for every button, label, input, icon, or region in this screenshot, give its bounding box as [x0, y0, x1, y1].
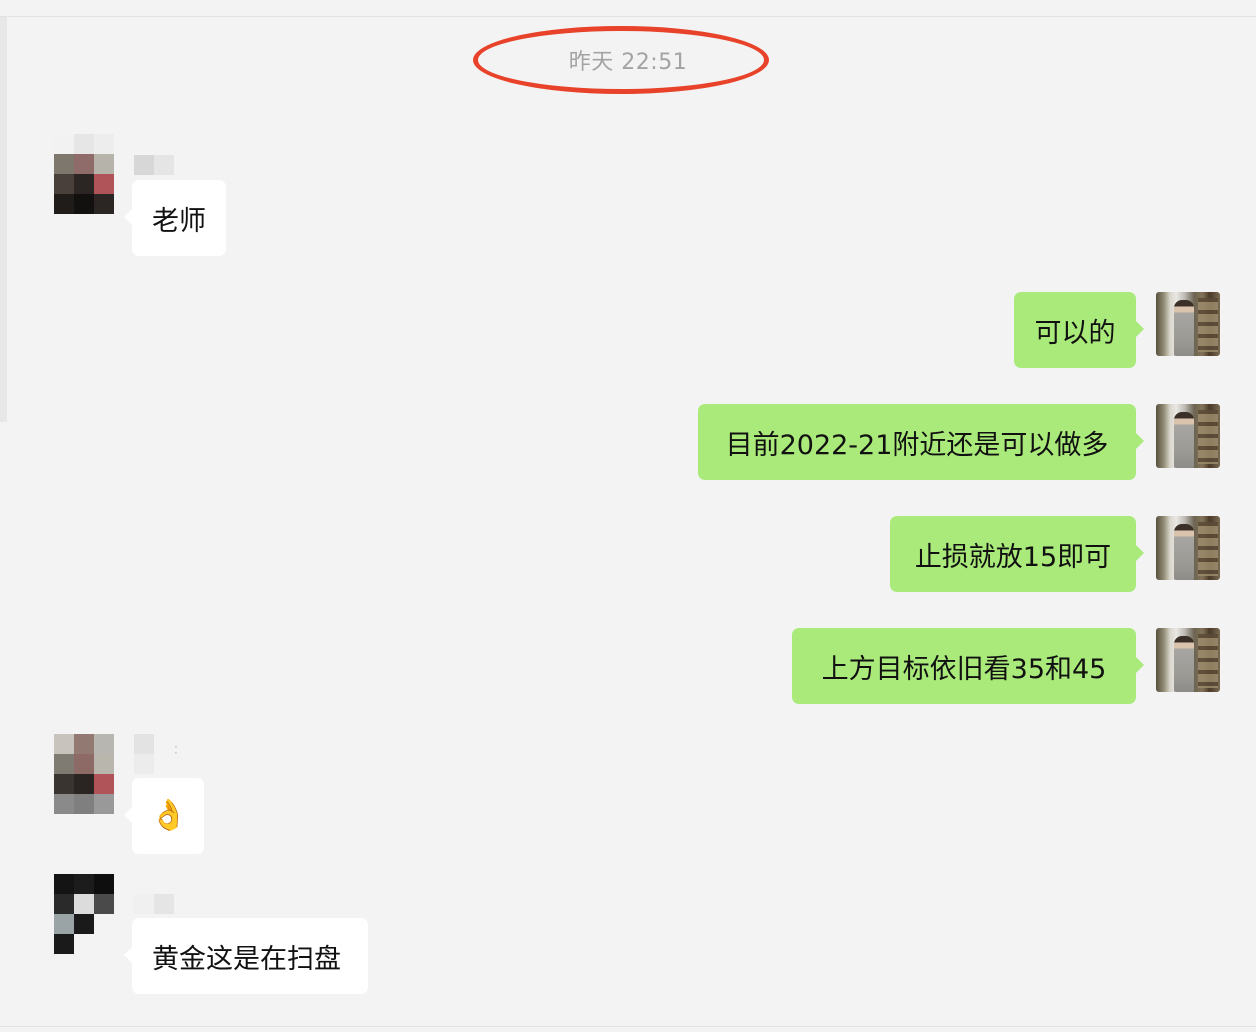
self-avatar[interactable] — [1156, 404, 1220, 468]
message-text: 上方目标依旧看35和45 — [821, 653, 1107, 685]
ok-hand-emoji: 👌 — [150, 798, 188, 833]
avatar-background-shelf — [1198, 298, 1218, 352]
avatar-figure — [1174, 524, 1194, 580]
self-avatar[interactable] — [1156, 628, 1220, 692]
contact-avatar[interactable] — [54, 874, 114, 954]
sender-name-blurred — [134, 155, 174, 175]
contact-avatar[interactable] — [54, 134, 114, 214]
message-bubble-incoming[interactable]: 老师 — [124, 180, 226, 256]
message-bubble-outgoing[interactable]: 可以的 — [1014, 292, 1144, 368]
self-avatar[interactable] — [1156, 292, 1220, 356]
avatar-background-shelf — [1198, 410, 1218, 464]
message-bubble-outgoing[interactable]: 上方目标依旧看35和45 — [792, 628, 1144, 704]
scrollbar-track[interactable] — [0, 17, 7, 422]
message-text: 止损就放15即可 — [914, 541, 1112, 573]
message-bubble-outgoing[interactable]: 目前2022-21附近还是可以做多 — [698, 404, 1144, 480]
sender-name-blurred — [134, 734, 174, 774]
message-text: 老师 — [152, 205, 206, 237]
avatar-background-shelf — [1198, 522, 1218, 576]
avatar-figure — [1174, 412, 1194, 468]
message-bubble-outgoing[interactable]: 止损就放15即可 — [890, 516, 1144, 592]
message-text: 可以的 — [1034, 317, 1116, 349]
message-text: 目前2022-21附近还是可以做多 — [725, 429, 1109, 461]
avatar-figure — [1174, 636, 1194, 692]
sender-name-blurred — [134, 894, 174, 914]
avatar-figure — [1174, 300, 1194, 356]
message-bubble-incoming[interactable]: 黄金这是在扫盘 — [124, 918, 368, 994]
avatar-background-shelf — [1198, 634, 1218, 688]
contact-avatar[interactable] — [54, 734, 114, 814]
top-divider — [0, 16, 1256, 17]
blur-artifact: · · — [174, 740, 178, 760]
message-text: 黄金这是在扫盘 — [152, 943, 341, 975]
message-bubble-incoming[interactable]: 👌 — [124, 778, 204, 854]
self-avatar[interactable] — [1156, 516, 1220, 580]
timestamp-highlight-annotation — [473, 26, 769, 94]
bottom-divider — [0, 1026, 1256, 1027]
